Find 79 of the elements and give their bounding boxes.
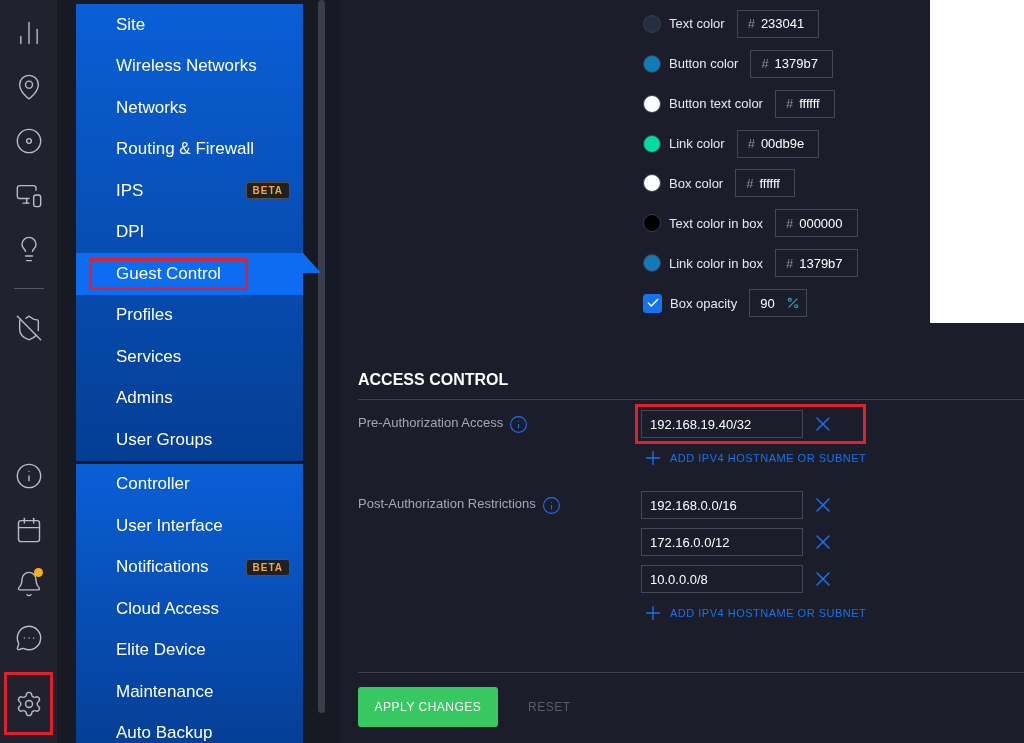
- info-icon[interactable]: [541, 496, 561, 515]
- chat-icon: [14, 624, 43, 652]
- menu-item-label: Maintenance: [115, 680, 215, 703]
- hex-input-field[interactable]: # ffffff: [774, 89, 835, 118]
- field-label: Box color: [669, 175, 724, 191]
- settings-menu-item[interactable]: Wireless Networks: [76, 45, 303, 87]
- subnet-input-field[interactable]: 192.168.0.0/16: [641, 491, 803, 519]
- menu-item-label: Notifications: [115, 556, 210, 579]
- beta-badge: BETA: [245, 558, 290, 576]
- info-icon[interactable]: [509, 415, 529, 434]
- settings-menu-item[interactable]: User Groups: [76, 419, 303, 461]
- percent-icon: [786, 296, 801, 311]
- checkbox[interactable]: [643, 293, 662, 313]
- opacity-input-field[interactable]: 90: [749, 289, 808, 318]
- menu-item-label: IPS: [115, 179, 145, 202]
- menu-item-label: Controller: [115, 473, 191, 496]
- add-subnet-link[interactable]: ADD IPV4 HOSTNAME OR SUBNET: [642, 447, 867, 469]
- menu-item-label: DPI: [115, 221, 146, 244]
- hex-input-field[interactable]: # 000000: [774, 209, 858, 238]
- add-subnet-link[interactable]: ADD IPV4 HOSTNAME OR SUBNET: [642, 602, 867, 624]
- section-heading: ACCESS CONTROL: [358, 371, 1024, 400]
- menu-item-label: Site: [115, 13, 147, 36]
- color-swatch[interactable]: [643, 54, 661, 73]
- field-label: Pre-Authorization Access: [358, 415, 504, 430]
- settings-menu-item[interactable]: Elite Device: [76, 629, 303, 671]
- settings-menu-item[interactable]: IPS BETA: [76, 170, 303, 212]
- field-label: Button text color: [669, 96, 763, 112]
- menu-item-label: Wireless Networks: [115, 55, 258, 78]
- hex-input-field[interactable]: # 233041: [736, 9, 820, 38]
- menu-item-label: User Groups: [115, 428, 214, 451]
- settings-menu-item[interactable]: Auto Backup: [76, 712, 303, 743]
- field-label: Text color: [669, 16, 725, 32]
- menu-item-label: Profiles: [115, 304, 174, 327]
- menu-item-label: Networks: [115, 96, 188, 119]
- color-swatch[interactable]: [643, 134, 661, 153]
- hex-input-field[interactable]: # 1379b7: [750, 49, 833, 78]
- settings-menu-item[interactable]: Routing & Firewall: [76, 128, 303, 170]
- color-swatch[interactable]: [643, 254, 661, 273]
- settings-menu-item[interactable]: Admins: [76, 377, 303, 419]
- subnet-input-field[interactable]: 10.0.0.0/8: [641, 565, 803, 593]
- settings-menu-item[interactable]: Site: [76, 4, 303, 46]
- field-label: Button color: [669, 56, 739, 72]
- settings-menu-item[interactable]: Notifications BETA: [76, 546, 303, 588]
- settings-menu-item[interactable]: Maintenance: [76, 671, 303, 713]
- field-label: Post-Authorization Restrictions: [358, 496, 536, 511]
- field-label: Text color in box: [669, 215, 763, 231]
- menu-item-label: Admins: [115, 387, 174, 410]
- beta-badge: BETA: [245, 182, 290, 200]
- settings-menu-item[interactable]: Networks: [76, 87, 303, 129]
- subnet-input-field[interactable]: 192.168.19.40/32: [641, 410, 803, 438]
- color-swatch[interactable]: [643, 14, 661, 33]
- menu-item-label: Routing & Firewall: [115, 138, 255, 161]
- info-icon: [14, 462, 43, 490]
- menu-item-label: Guest Control: [89, 257, 248, 290]
- field-label: Link color in box: [669, 255, 763, 271]
- shield-icon: [14, 314, 43, 342]
- settings-menu-item[interactable]: Profiles: [76, 294, 303, 336]
- subnet-input-field[interactable]: 172.16.0.0/12: [641, 528, 803, 556]
- menu-item-label: User Interface: [115, 514, 224, 537]
- disc-icon: [14, 127, 43, 155]
- scrollbar-thumb[interactable]: [318, 0, 325, 713]
- color-swatch[interactable]: [643, 94, 661, 113]
- field-label: Link color: [669, 136, 725, 152]
- menu-item-label: Auto Backup: [115, 722, 214, 743]
- hex-input-field[interactable]: # 1379b7: [774, 249, 858, 278]
- menu-item-label: Cloud Access: [115, 597, 220, 620]
- settings-menu-item[interactable]: Cloud Access: [76, 588, 303, 630]
- settings-menu-item[interactable]: Controller: [76, 463, 303, 505]
- hex-input-field[interactable]: # 00db9e: [736, 129, 820, 158]
- settings-menu-item[interactable]: User Interface: [76, 505, 303, 547]
- menu-item-label: Services: [115, 345, 183, 368]
- hex-input-field[interactable]: # ffffff: [735, 169, 795, 198]
- field-label: Box opacity: [670, 295, 738, 311]
- color-swatch[interactable]: [643, 174, 661, 193]
- settings-menu-item[interactable]: Services: [76, 336, 303, 378]
- settings-menu-item[interactable]: DPI: [76, 211, 303, 253]
- settings-button[interactable]: [4, 672, 53, 735]
- menu-item-label: Elite Device: [115, 639, 207, 662]
- color-swatch[interactable]: [643, 214, 661, 233]
